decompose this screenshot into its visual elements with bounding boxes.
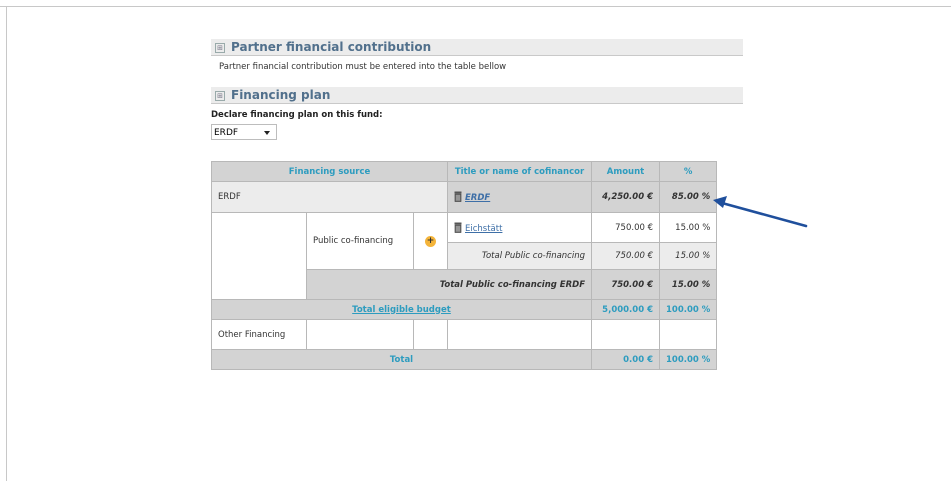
other-financing-row: Other Financing	[211, 319, 718, 350]
header-financing-source: Financing source	[211, 161, 448, 182]
erdf-amount: 4,250.00 €	[591, 181, 660, 213]
erdf-percent: 85.00 %	[658, 181, 718, 213]
declare-label: Declare financing plan on this fund:	[211, 110, 383, 120]
bin-icon[interactable]	[454, 222, 462, 233]
total-percent: 100.00 %	[658, 349, 718, 370]
erdf-public-total-amount: 750.00 €	[591, 269, 660, 300]
public-subtotal-label: Total Public co-financing	[447, 242, 592, 270]
other-cell-6	[658, 319, 718, 350]
plan-section-title: Financing plan	[231, 88, 331, 102]
partner-section: ⊞ Partner financial contribution Partner …	[211, 39, 743, 82]
chevron-down-icon	[264, 131, 270, 135]
fund-select-value: ERDF	[214, 128, 239, 138]
other-cell-3	[413, 319, 448, 350]
expand-icon[interactable]: ⊞	[215, 43, 225, 53]
public-subtotal-amount: 750.00 €	[591, 242, 660, 270]
erdf-public-total-label: Total Public co-financing ERDF	[306, 269, 592, 300]
partner-section-text: Partner financial contribution must be e…	[219, 62, 507, 72]
other-cell-2	[306, 319, 414, 350]
empty-source-cell	[211, 212, 307, 300]
top-border	[0, 0, 951, 7]
erdf-row: ERDF ERDF 4,250.00 € 85.00 %	[211, 181, 718, 213]
erdf-source: ERDF	[211, 181, 448, 213]
total-row: Total 0.00 € 100.00 %	[211, 349, 718, 370]
eligible-budget-row: Total eligible budget 5,000.00 € 100.00 …	[211, 299, 718, 320]
erdf-link[interactable]: ERDF	[465, 193, 490, 203]
partner-section-header[interactable]: ⊞ Partner financial contribution	[211, 39, 743, 56]
other-financing-label: Other Financing	[211, 319, 307, 350]
left-border	[6, 6, 7, 481]
eligible-budget-cell: Total eligible budget	[211, 299, 592, 320]
other-cell-4	[447, 319, 592, 350]
bin-icon[interactable]	[454, 191, 462, 202]
header-percent: %	[658, 161, 718, 182]
eligible-budget-amount: 5,000.00 €	[591, 299, 660, 320]
financing-table: Financing source Title or name of cofina…	[211, 161, 718, 370]
cofinancer-link[interactable]: Eichstätt	[465, 224, 502, 234]
total-amount: 0.00 €	[591, 349, 660, 370]
cofinancer-percent: 15.00 %	[658, 212, 718, 243]
erdf-public-total-percent: 15.00 %	[658, 269, 718, 300]
public-cofinancer-row: Public co-financing + Eichstätt 750.00 €…	[211, 212, 718, 300]
header-amount: Amount	[591, 161, 660, 182]
plan-section: ⊞ Financing plan	[211, 87, 743, 104]
cofinancer-cell: Eichstätt	[447, 212, 592, 243]
eligible-budget-link[interactable]: Total eligible budget	[352, 305, 451, 315]
add-icon[interactable]: +	[425, 235, 436, 247]
add-cell: +	[413, 212, 448, 270]
other-cell-5	[591, 319, 660, 350]
header-cofinancor: Title or name of cofinancor	[447, 161, 592, 182]
erdf-cofinancor-cell: ERDF	[447, 181, 592, 213]
eligible-budget-percent: 100.00 %	[658, 299, 718, 320]
partner-section-title: Partner financial contribution	[231, 40, 432, 54]
arrow-icon	[713, 196, 808, 228]
total-label: Total	[211, 349, 592, 370]
cofinancer-amount: 750.00 €	[591, 212, 660, 243]
public-subtotal-percent: 15.00 %	[658, 242, 718, 270]
fund-select[interactable]: ERDF	[211, 124, 277, 140]
expand-icon[interactable]: ⊞	[215, 91, 225, 101]
plan-section-header[interactable]: ⊞ Financing plan	[211, 87, 743, 104]
public-cofinancing-label: Public co-financing	[306, 212, 414, 270]
